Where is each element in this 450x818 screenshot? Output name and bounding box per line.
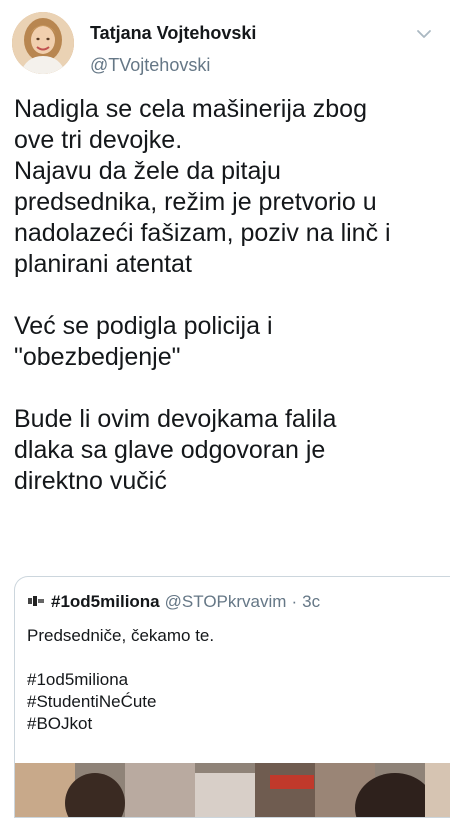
chevron-down-icon[interactable] (416, 26, 432, 42)
author-handle[interactable]: @TVojtehovski (90, 54, 210, 76)
author-name[interactable]: Tatjana Vojtehovski (90, 22, 256, 44)
tweet-paragraph: Bude li ovim devojkama falila dlaka sa g… (14, 404, 440, 497)
quoted-author-handle[interactable]: @STOPkrvavim (165, 592, 287, 611)
quoted-hashtag[interactable]: #BOJkot (27, 713, 437, 735)
quoted-author-name[interactable]: #1od5miliona (51, 592, 160, 611)
quoted-media-image[interactable] (15, 763, 450, 818)
tweet-line: Već se podigla policija i (14, 312, 273, 340)
profile-photo-icon (12, 12, 74, 74)
tweet-line: Nadigla se cela mašinerija zbog (14, 95, 367, 123)
quoted-timestamp: 3c (302, 592, 321, 611)
quoted-line: Predsedniče, čekamo te. (27, 626, 215, 645)
tweet-paragraph: Nadigla se cela mašinerija zbog ove tri … (14, 94, 440, 280)
tweet-line: Bude li ovim devojkama falila (14, 405, 337, 433)
tweet-line: ove tri devojke. (14, 126, 183, 154)
tweet-line: nadolazeći fašizam, poziv na linč i (14, 219, 391, 247)
avatar[interactable] (12, 12, 74, 74)
tweet-line: predsednika, režim je pretvorio u (14, 188, 377, 216)
quoted-line (27, 647, 437, 669)
tweet-card: Tatjana Vojtehovski @TVojtehovski Nadigl… (0, 0, 450, 818)
quoted-tweet-header: #1od5miliona @STOPkrvavim · 3c (27, 591, 320, 613)
quoted-separator: · (291, 592, 298, 611)
tweet-line: planirani atentat (14, 250, 192, 278)
quoted-tweet-text: Predsedniče, čekamo te. #1od5miliona #St… (27, 625, 437, 735)
quoted-hashtag[interactable]: #StudentiNeĆute (27, 691, 437, 713)
tweet-line: dlaka sa glave odgovoran je (14, 436, 326, 464)
tweet-line: Najavu da žele da pitaju (14, 157, 281, 185)
quoted-hashtag[interactable]: #1od5miliona (27, 669, 437, 691)
quoted-avatar-icon (28, 596, 44, 606)
tweet-line: "obezbedjenje" (14, 343, 181, 371)
tweet-line: direktno vučić (14, 467, 167, 495)
tweet-text: Nadigla se cela mašinerija zbog ove tri … (14, 94, 440, 497)
tweet-header: Tatjana Vojtehovski @TVojtehovski (12, 12, 438, 78)
quoted-tweet[interactable]: #1od5miliona @STOPkrvavim · 3c Predsedniče,… (14, 576, 450, 818)
tweet-paragraph: Već se podigla policija i "obezbedjenje" (14, 311, 440, 373)
